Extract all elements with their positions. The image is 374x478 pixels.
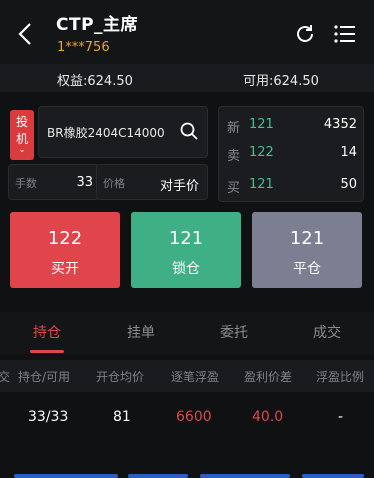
quote-label: 卖: [227, 149, 241, 164]
page-title: CTP_主席: [56, 15, 139, 35]
quote-volume: 14: [340, 145, 357, 160]
close-label: 平仓: [293, 261, 321, 277]
lock-position-button[interactable]: 121 锁仓: [131, 212, 241, 288]
contract-name: BR橡胶2404C14000: [47, 126, 165, 140]
column-header: 盈利价差: [244, 370, 293, 384]
column-header: 逐笔浮盈: [171, 370, 220, 384]
pnl-ratio: -: [338, 409, 344, 425]
equity-value: 权益:624.50: [57, 74, 133, 89]
quote-panel: 新 121 4352 卖 122 14 买 121 50: [218, 106, 364, 202]
chevron-down-icon: ⌄: [18, 145, 26, 155]
tab-trades[interactable]: 成交: [313, 322, 341, 342]
price-value: 对手价: [159, 179, 199, 194]
tab-orders[interactable]: 委托: [220, 322, 248, 342]
toolbar-button[interactable]: [302, 474, 364, 478]
tag-char-1: 投: [15, 115, 28, 129]
quote-label: 买: [227, 181, 241, 196]
lock-label: 锁仓: [172, 261, 200, 277]
quote-price: 121: [249, 177, 274, 192]
contract-field[interactable]: BR橡胶2404C14000: [38, 106, 208, 158]
price-field[interactable]: 价格 对手价: [96, 164, 208, 200]
column-header: 交: [0, 370, 11, 384]
toolbar-button[interactable]: [14, 474, 118, 478]
quote-row-ask: 卖 122 14: [219, 141, 365, 167]
order-panel: 投 机 ⌄ BR橡胶2404C14000 手数 33 价格 对手价: [8, 106, 208, 202]
bottom-toolbar: [0, 466, 374, 478]
tab-pending[interactable]: 挂单: [127, 322, 155, 342]
search-icon[interactable]: [179, 121, 199, 141]
quote-price: 122: [249, 145, 274, 160]
menu-icon[interactable]: [333, 23, 357, 45]
close-position-button[interactable]: 121 平仓: [252, 212, 362, 288]
table-row[interactable]: 33/33 81 6600 40.0 -: [0, 392, 374, 442]
close-price: 121: [289, 228, 325, 249]
quantity-label: 手数: [15, 177, 37, 190]
quote-row-bid: 买 121 50: [219, 173, 365, 199]
tab-positions[interactable]: 持仓: [33, 322, 61, 342]
toolbar-button[interactable]: [200, 474, 290, 478]
quote-price: 121: [249, 117, 274, 132]
table-header: 交 持仓/可用 开仓均价 逐笔浮盈 盈利价差 浮盈比例: [0, 360, 374, 392]
open-avg-price: 81: [113, 409, 131, 425]
quote-volume: 4352: [323, 117, 357, 132]
refresh-icon[interactable]: [293, 22, 317, 46]
toolbar-button[interactable]: [128, 474, 188, 478]
buy-open-label: 买开: [51, 261, 79, 277]
column-header: 浮盈比例: [316, 370, 365, 384]
position-qty: 33/33: [28, 409, 69, 425]
account-summary: 权益:624.50 可用:624.50: [0, 64, 374, 92]
column-header: 持仓/可用: [18, 370, 71, 384]
tab-bar: 持仓 挂单 委托 成交: [0, 312, 374, 354]
available-value: 可用:624.50: [243, 74, 319, 89]
back-icon[interactable]: [14, 18, 38, 50]
buy-open-button[interactable]: 122 买开: [10, 212, 120, 288]
quote-label: 新: [227, 121, 241, 136]
quantity-field[interactable]: 手数 33: [8, 164, 100, 200]
lock-price: 121: [168, 228, 204, 249]
price-diff: 40.0: [252, 409, 284, 425]
quote-row-last: 新 121 4352: [219, 113, 365, 139]
column-header: 开仓均价: [96, 370, 145, 384]
account-id: 1***756: [57, 40, 110, 55]
header-bar: CTP_主席 1***756: [0, 0, 374, 64]
buy-open-price: 122: [47, 228, 83, 249]
price-label: 价格: [103, 177, 125, 190]
floating-pnl: 6600: [176, 409, 212, 425]
active-tab-indicator: [30, 350, 64, 353]
speculation-tag[interactable]: 投 机 ⌄: [10, 110, 34, 160]
quote-volume: 50: [340, 177, 357, 192]
quantity-value: 33: [76, 175, 93, 190]
